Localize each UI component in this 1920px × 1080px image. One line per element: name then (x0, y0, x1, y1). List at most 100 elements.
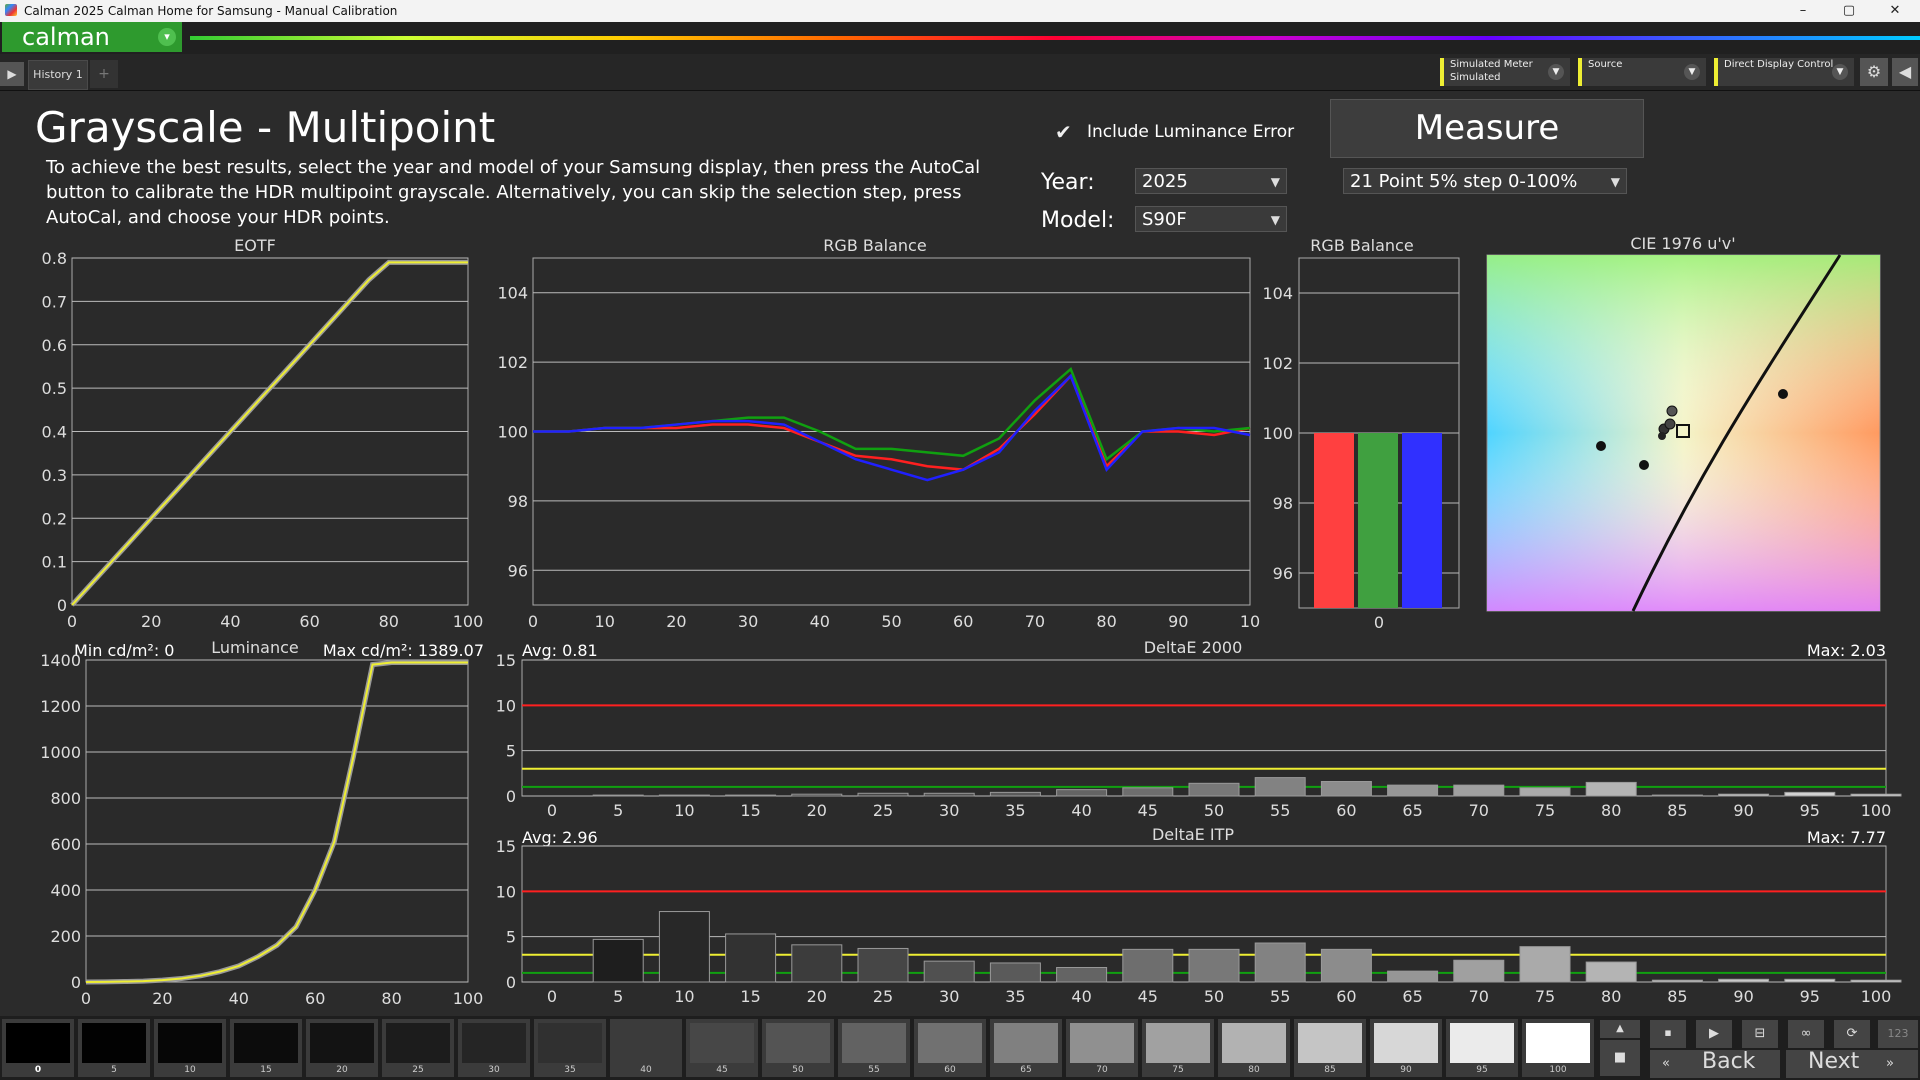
deltaeitp-ytick-label: 15 (496, 837, 516, 856)
deltae2000-xtick-label: 95 (1800, 801, 1820, 820)
deltaeitp-xtick-label: 20 (807, 987, 827, 1006)
patch-swatch[interactable]: 100 (1522, 1019, 1594, 1077)
patch-swatch[interactable]: 35 (534, 1019, 606, 1077)
stop-icon: ⏹ (1664, 1026, 1672, 1041)
stop-button[interactable]: ⏹ (1650, 1020, 1686, 1048)
luminance-title: Luminance (211, 638, 299, 657)
eotf-ytick-label: 0.4 (42, 423, 67, 442)
patch-color (82, 1023, 146, 1063)
deltaeitp-xtick-label: 40 (1071, 987, 1091, 1006)
deltaeitp-bar (989, 962, 1041, 983)
cie-measured-point (1666, 405, 1678, 417)
deltaeitp-xtick-label: 100 (1861, 987, 1892, 1006)
patch-swatch[interactable]: 20 (306, 1019, 378, 1077)
next-label: Next (1808, 1049, 1860, 1074)
next-button[interactable]: Next » (1786, 1049, 1918, 1078)
deltaeitp-bar (1254, 942, 1306, 983)
deltae2000-bar (1718, 793, 1770, 797)
patch-color (918, 1023, 982, 1063)
patch-swatch[interactable]: 95 (1446, 1019, 1518, 1077)
refresh-button[interactable]: ⟳ (1834, 1020, 1870, 1048)
patch-color (386, 1023, 450, 1063)
read-button[interactable]: ⊟ (1742, 1020, 1778, 1048)
patch-swatch[interactable]: 55 (838, 1019, 910, 1077)
scroll-up-button[interactable]: ▲ (1600, 1020, 1640, 1038)
patch-swatch[interactable]: 10 (154, 1019, 226, 1077)
play-button[interactable]: ▶ (1696, 1020, 1732, 1048)
deltae2000-bar (658, 794, 710, 797)
deltae2000-bar (857, 792, 909, 797)
patch-swatch[interactable]: 70 (1066, 1019, 1138, 1077)
deltaeitp-title: DeltaE ITP (1152, 825, 1234, 844)
chevron-right-icon: » (1886, 1056, 1894, 1071)
patch-swatch[interactable]: 0 (2, 1019, 74, 1077)
deltaeitp-max: Max: 7.77 (1807, 828, 1886, 847)
deltae2000-ytick-label: 10 (496, 696, 516, 715)
luminance-xtick-label: 20 (152, 989, 172, 1008)
patch-label: 0 (34, 1065, 42, 1075)
patch-swatch[interactable]: 75 (1142, 1019, 1214, 1077)
cie-measured-point (1658, 432, 1666, 440)
patch-color (994, 1023, 1058, 1063)
cie-target-point (1778, 389, 1788, 399)
rgb-balance-xtick-label: 70 (1025, 612, 1045, 631)
back-label: Back (1702, 1049, 1756, 1074)
deltaeitp-bar (658, 911, 710, 983)
eotf-xtick-label: 20 (141, 612, 161, 631)
patch-swatch[interactable]: 25 (382, 1019, 454, 1077)
patch-swatch[interactable]: 5 (78, 1019, 150, 1077)
patch-swatch[interactable]: 80 (1218, 1019, 1290, 1077)
deltae2000-xtick-label: 10 (674, 801, 694, 820)
deltae2000-ytick-label: 0 (506, 787, 516, 806)
rgb-balance-bar-title: RGB Balance (1310, 236, 1413, 255)
luminance-xtick-label: 60 (305, 989, 325, 1008)
patch-label: 75 (1172, 1065, 1184, 1075)
deltae2000-bar (1387, 784, 1439, 797)
patch-label: 10 (184, 1065, 196, 1075)
cie-measured-point (1664, 418, 1676, 430)
deltae2000-bar (1784, 791, 1836, 797)
luminance-ytick-label: 800 (50, 789, 81, 808)
rgb-bar-ytick-label: 100 (1262, 424, 1293, 443)
deltaeitp-bar (923, 960, 975, 983)
continuous-button[interactable]: ∞ (1788, 1020, 1824, 1048)
deltae2000-max: Max: 2.03 (1807, 641, 1886, 660)
eotf-ytick-label: 0.5 (42, 379, 67, 398)
patch-swatch[interactable]: 60 (914, 1019, 986, 1077)
patch-color (310, 1023, 374, 1063)
deltaeitp-xtick-label: 65 (1402, 987, 1422, 1006)
patch-swatch[interactable]: 65 (990, 1019, 1062, 1077)
luminance-xtick-label: 0 (81, 989, 91, 1008)
patch-color (538, 1023, 602, 1063)
patch-color (158, 1023, 222, 1063)
luminance-plot-area (85, 659, 469, 983)
chevron-up-icon: ▲ (1616, 1023, 1624, 1034)
deltaeitp-xtick-label: 15 (740, 987, 760, 1006)
deltaeitp-bar (1320, 948, 1372, 983)
stop-measure-button[interactable]: ■ (1600, 1040, 1640, 1076)
patch-swatch[interactable]: 90 (1370, 1019, 1442, 1077)
deltae2000-xtick-label: 75 (1535, 801, 1555, 820)
patch-swatch[interactable]: 40 (610, 1019, 682, 1077)
patch-swatch[interactable]: 30 (458, 1019, 530, 1077)
deltae2000-xtick-label: 20 (807, 801, 827, 820)
deltae2000-xtick-label: 65 (1402, 801, 1422, 820)
deltae2000-bar (1850, 793, 1902, 797)
deltaeitp-xtick-label: 0 (547, 987, 557, 1006)
deltaeitp-bar (1453, 959, 1505, 983)
back-button[interactable]: « Back (1650, 1049, 1780, 1078)
deltae2000-xtick-label: 60 (1336, 801, 1356, 820)
deltae2000-bar (1585, 781, 1637, 797)
patch-color (1298, 1023, 1362, 1063)
patch-label: 30 (488, 1065, 500, 1075)
eotf-ytick-label: 0.1 (42, 553, 67, 572)
deltaeitp-bar (791, 944, 843, 983)
chevron-left-icon: « (1662, 1056, 1670, 1071)
patch-swatch[interactable]: 85 (1294, 1019, 1366, 1077)
patch-swatch[interactable]: 50 (762, 1019, 834, 1077)
rgb-bar (1358, 433, 1398, 608)
patch-swatch[interactable]: 45 (686, 1019, 758, 1077)
luminance-ytick-label: 200 (50, 927, 81, 946)
eotf-ytick-label: 0.2 (42, 509, 67, 528)
patch-swatch[interactable]: 15 (230, 1019, 302, 1077)
